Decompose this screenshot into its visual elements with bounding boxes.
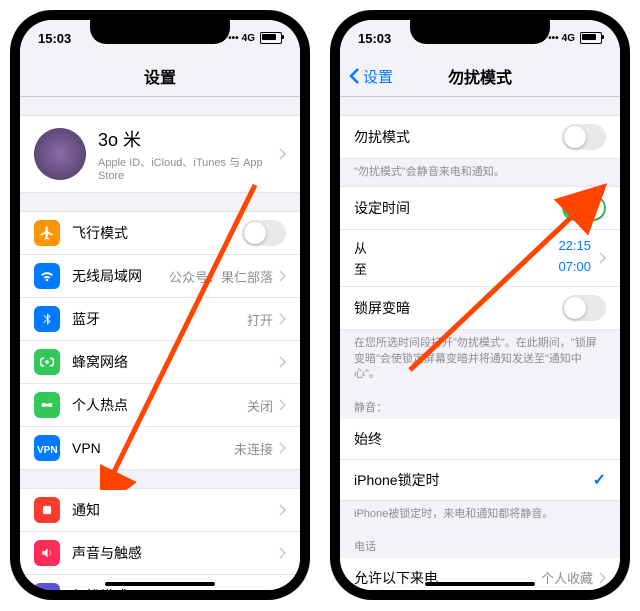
settings-hotspot-cell[interactable]: 个人热点关闭 (20, 384, 300, 427)
notif-icon (34, 497, 60, 523)
profile-name: 3o 米 (98, 126, 279, 152)
hotspot-icon (34, 392, 60, 418)
chevron-right-icon (279, 313, 286, 325)
vpn-icon: VPN (34, 435, 60, 461)
nav-bar: 设置 勿扰模式 (340, 56, 620, 97)
chevron-right-icon (279, 399, 286, 411)
svg-text:VPN: VPN (37, 445, 58, 456)
settings-airplane-cell[interactable]: 飞行模式 (20, 211, 300, 255)
wifi-icon (34, 263, 60, 289)
settings-notif-cell[interactable]: 通知 (20, 488, 300, 532)
schedule-cell[interactable]: 设定时间 (340, 186, 620, 230)
chevron-right-icon (279, 442, 286, 454)
dnd-toggle[interactable] (562, 124, 606, 150)
checkmark-icon: ✓ (593, 470, 606, 490)
silence-locked-cell[interactable]: iPhone锁定时✓ (340, 460, 620, 501)
status-time: 15:03 (358, 31, 391, 46)
chevron-right-icon (279, 547, 286, 559)
dim-cell[interactable]: 锁屏变暗 (340, 287, 620, 330)
dim-toggle[interactable] (562, 295, 606, 321)
dnd-cell[interactable]: 勿扰模式 (340, 115, 620, 159)
avatar (34, 128, 86, 180)
phone-right: 15:03 •••4G 设置 勿扰模式 勿扰模式 "勿扰模式"会静音来电和通知。… (330, 10, 630, 600)
toggle[interactable] (242, 220, 286, 246)
schedule-time-cell[interactable]: 从22:15 至07:00 (340, 230, 620, 287)
profile-sub: Apple ID、iCloud、iTunes 与 App Store (98, 154, 279, 182)
settings-vpn-cell[interactable]: VPNVPN未连接 (20, 427, 300, 470)
apple-id-cell[interactable]: 3o 米 Apple ID、iCloud、iTunes 与 App Store (20, 115, 300, 193)
back-button[interactable]: 设置 (348, 66, 393, 87)
chevron-right-icon (279, 270, 286, 282)
bt-icon (34, 306, 60, 332)
nav-bar: 设置 (20, 56, 300, 97)
settings-wifi-cell[interactable]: 无线局域网公众号：果仁部落 (20, 255, 300, 298)
page-title: 设置 (144, 64, 176, 88)
status-time: 15:03 (38, 31, 71, 46)
chevron-right-icon (279, 148, 286, 160)
page-title: 勿扰模式 (448, 64, 512, 88)
chevron-right-icon (599, 252, 606, 264)
cell-icon (34, 349, 60, 375)
dnd-icon (34, 583, 60, 590)
chevron-right-icon (599, 572, 606, 584)
phone-left: 15:03 •••4G 设置 3o 米 Apple ID、iCloud、iTun… (10, 10, 310, 600)
sound-icon (34, 540, 60, 566)
settings-sound-cell[interactable]: 声音与触感 (20, 532, 300, 575)
silence-always-cell[interactable]: 始终 (340, 419, 620, 460)
chevron-right-icon (279, 356, 286, 368)
airplane-icon (34, 220, 60, 246)
chevron-right-icon (279, 504, 286, 516)
settings-bt-cell[interactable]: 蓝牙打开 (20, 298, 300, 341)
settings-cell-cell[interactable]: 蜂窝网络 (20, 341, 300, 384)
schedule-toggle[interactable] (562, 195, 606, 221)
